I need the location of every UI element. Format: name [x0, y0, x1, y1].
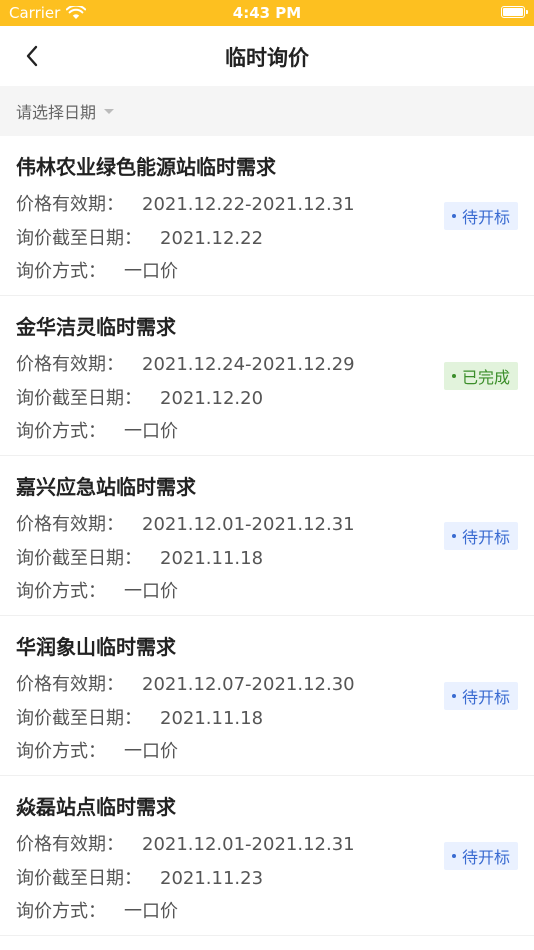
- status-dot-icon: [451, 534, 456, 538]
- validity-label: 价格有效期：: [16, 674, 124, 695]
- deadline-value: 2021.11.18: [160, 708, 264, 729]
- status-time: 4:43 PM: [232, 4, 302, 22]
- validity-row: 价格有效期： 2021.12.22-2021.12.31: [16, 190, 355, 216]
- method-label: 询价方式：: [16, 421, 106, 442]
- deadline-label: 询价截至日期：: [16, 708, 142, 729]
- status-label: 待开标: [461, 688, 510, 707]
- deadline-row: 询价截至日期： 2021.12.20: [16, 384, 263, 410]
- method-value: 一口价: [124, 261, 178, 282]
- deadline-value: 2021.11.18: [160, 548, 264, 569]
- inquiry-card[interactable]: 焱磊站点临时需求 价格有效期： 2021.12.01-2021.12.31 询价截至日…: [0, 776, 534, 936]
- deadline-value: 2021.11.23: [160, 868, 264, 889]
- method-row: 询价方式： 一口价: [16, 737, 178, 763]
- method-label: 询价方式：: [16, 261, 106, 282]
- deadline-value: 2021.12.20: [160, 388, 264, 409]
- method-value: 一口价: [124, 421, 178, 442]
- status-dot-icon: [451, 214, 456, 218]
- deadline-label: 询价截至日期：: [16, 868, 142, 889]
- status-badge: 待开标: [443, 202, 518, 230]
- validity-label: 价格有效期：: [16, 834, 124, 855]
- status-dot-icon: [451, 854, 456, 858]
- validity-value: 2021.12.07-2021.12.30: [142, 674, 355, 695]
- deadline-label: 询价截至日期：: [16, 548, 142, 569]
- method-value: 一口价: [124, 581, 178, 602]
- status-label: 已完成: [461, 368, 510, 387]
- inquiry-card[interactable]: 嘉兴应急站临时需求 价格有效期： 2021.12.01-2021.12.31 询价截至…: [0, 456, 534, 616]
- deadline-row: 询价截至日期： 2021.11.18: [16, 544, 263, 570]
- deadline-label: 询价截至日期：: [16, 388, 142, 409]
- status-label: 待开标: [461, 528, 510, 547]
- validity-label: 价格有效期：: [16, 354, 124, 375]
- inquiry-list: 伟林农业绿色能源站临时需求 价格有效期： 2021.12.22-2021.12.31…: [0, 136, 534, 936]
- status-badge: 待开标: [443, 522, 518, 550]
- validity-value: 2021.12.22-2021.12.31: [142, 194, 355, 215]
- validity-row: 价格有效期： 2021.12.01-2021.12.31: [16, 510, 355, 536]
- inquiry-title: 伟林农业绿色能源站临时需求: [16, 155, 276, 179]
- status-badge: 待开标: [443, 682, 518, 710]
- filter-bar: 请选择日期: [0, 86, 534, 136]
- status-label: 待开标: [461, 848, 510, 867]
- date-filter-dropdown[interactable]: 请选择日期: [16, 99, 115, 123]
- validity-row: 价格有效期： 2021.12.01-2021.12.31: [16, 830, 355, 856]
- method-value: 一口价: [124, 901, 178, 922]
- validity-label: 价格有效期：: [16, 194, 124, 215]
- inquiry-title: 华润象山临时需求: [16, 635, 176, 659]
- method-row: 询价方式： 一口价: [16, 577, 178, 603]
- method-value: 一口价: [124, 741, 178, 762]
- method-label: 询价方式：: [16, 741, 106, 762]
- validity-row: 价格有效期： 2021.12.07-2021.12.30: [16, 670, 355, 696]
- status-bar: Carrier 4:43 PM: [0, 0, 534, 26]
- battery-icon: [501, 6, 528, 18]
- method-label: 询价方式：: [16, 901, 106, 922]
- status-dot-icon: [451, 694, 456, 698]
- caret-down-icon: [104, 108, 115, 114]
- navigation-bar: 临时询价: [0, 26, 534, 86]
- validity-value: 2021.12.01-2021.12.31: [142, 514, 355, 535]
- inquiry-title: 焱磊站点临时需求: [16, 795, 176, 819]
- page-title: 临时询价: [225, 46, 309, 70]
- validity-value: 2021.12.24-2021.12.29: [142, 354, 355, 375]
- inquiry-card[interactable]: 伟林农业绿色能源站临时需求 价格有效期： 2021.12.22-2021.12.31…: [0, 136, 534, 296]
- status-badge: 待开标: [443, 842, 518, 870]
- inquiry-title: 金华洁灵临时需求: [16, 315, 176, 339]
- validity-value: 2021.12.01-2021.12.31: [142, 834, 355, 855]
- method-label: 询价方式：: [16, 581, 106, 602]
- status-label: 待开标: [461, 208, 510, 227]
- inquiry-card[interactable]: 华润象山临时需求 价格有效期： 2021.12.07-2021.12.30 询价截至日…: [0, 616, 534, 776]
- status-badge: 已完成: [443, 362, 518, 390]
- date-filter-label: 请选择日期: [16, 103, 97, 122]
- deadline-label: 询价截至日期：: [16, 228, 142, 249]
- status-dot-icon: [451, 374, 456, 378]
- inquiry-title: 嘉兴应急站临时需求: [16, 475, 196, 499]
- validity-label: 价格有效期：: [16, 514, 124, 535]
- validity-row: 价格有效期： 2021.12.24-2021.12.29: [16, 350, 355, 376]
- method-row: 询价方式： 一口价: [16, 897, 178, 923]
- deadline-row: 询价截至日期： 2021.12.22: [16, 224, 263, 250]
- deadline-row: 询价截至日期： 2021.11.23: [16, 864, 263, 890]
- deadline-value: 2021.12.22: [160, 228, 264, 249]
- inquiry-card[interactable]: 金华洁灵临时需求 价格有效期： 2021.12.24-2021.12.29 询价截至日…: [0, 296, 534, 456]
- method-row: 询价方式： 一口价: [16, 257, 178, 283]
- deadline-row: 询价截至日期： 2021.11.18: [16, 704, 263, 730]
- method-row: 询价方式： 一口价: [16, 417, 178, 443]
